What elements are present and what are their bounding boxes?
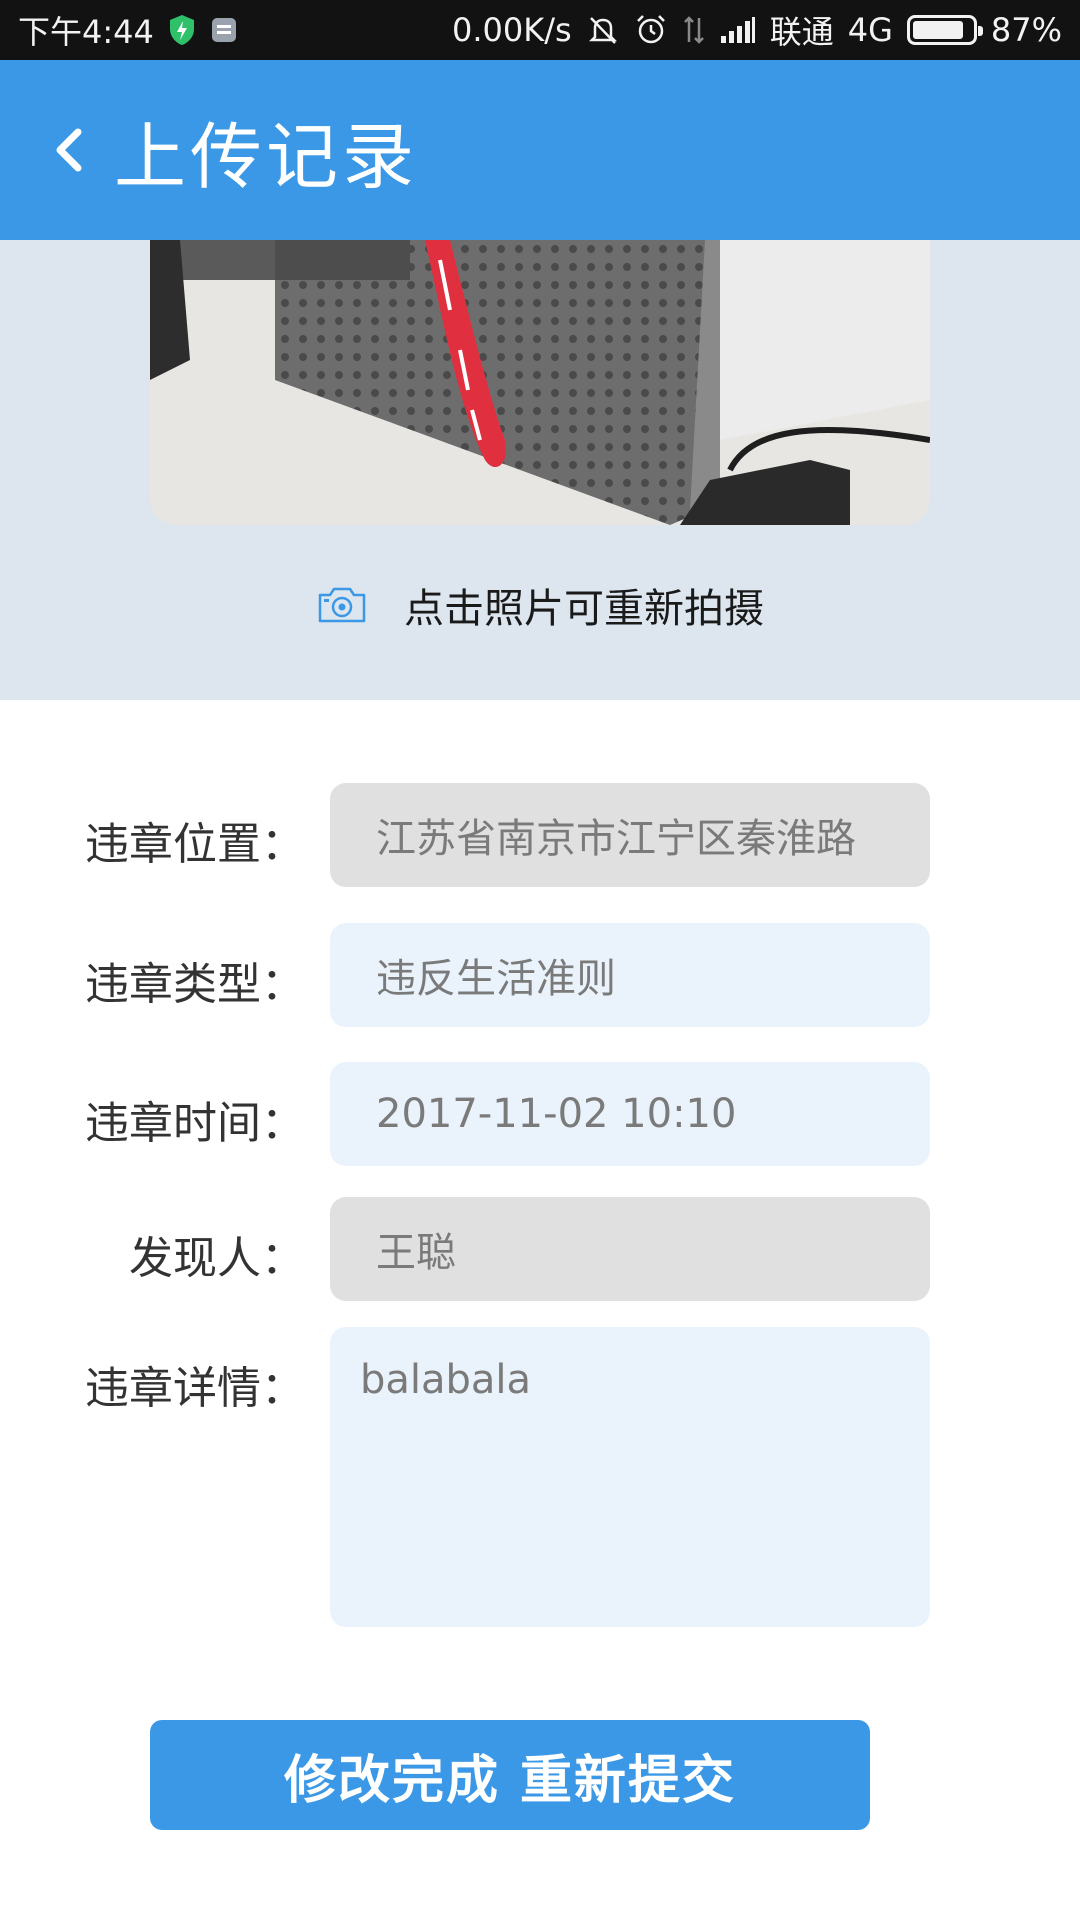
camera-icon (318, 587, 366, 623)
network-type: 4G (847, 11, 893, 49)
details-textarea[interactable]: balabala (330, 1327, 930, 1627)
battery-percent: 87% (990, 11, 1062, 49)
type-label: 违章类型： (85, 959, 305, 1010)
network-speed: 0.00K/s (452, 11, 572, 49)
location-label: 违章位置： (85, 819, 305, 870)
page-title: 上传记录 (114, 114, 419, 199)
mute-bell-icon (586, 13, 620, 47)
location-field: 江苏省南京市江宁区秦淮路 (330, 783, 930, 887)
security-shield-icon (168, 14, 196, 46)
status-bar: 下午4:44 0.00K/s 联通 4G 87% (0, 0, 1080, 60)
resubmit-button[interactable]: 修改完成 重新提交 (150, 1720, 870, 1830)
back-arrow-icon[interactable] (48, 120, 88, 180)
carrier-name: 联通 (769, 13, 834, 51)
retake-hint-text: 点击照片可重新拍摄 (404, 586, 764, 632)
time-field[interactable]: 2017-11-02 10:10 (330, 1062, 930, 1166)
battery-icon (906, 15, 983, 45)
status-time: 下午4:44 (18, 13, 154, 51)
app-bar: 上传记录 (0, 60, 1080, 240)
details-label: 违章详情： (85, 1363, 305, 1414)
retake-hint[interactable]: 点击照片可重新拍摄 (0, 570, 1080, 640)
photo-section: 点击照片可重新拍摄 (0, 240, 1080, 700)
data-transfer-icon (682, 14, 706, 46)
finder-label: 发现人： (129, 1233, 305, 1284)
battery-fill (912, 21, 964, 39)
time-label: 违章时间： (85, 1098, 305, 1149)
finder-field: 王聪 (330, 1197, 930, 1301)
type-field[interactable]: 违反生活准则 (330, 923, 930, 1027)
signal-strength-icon (720, 16, 756, 44)
notification-app-icon (210, 16, 238, 44)
violation-photo[interactable] (150, 240, 930, 525)
alarm-clock-icon (634, 13, 668, 47)
